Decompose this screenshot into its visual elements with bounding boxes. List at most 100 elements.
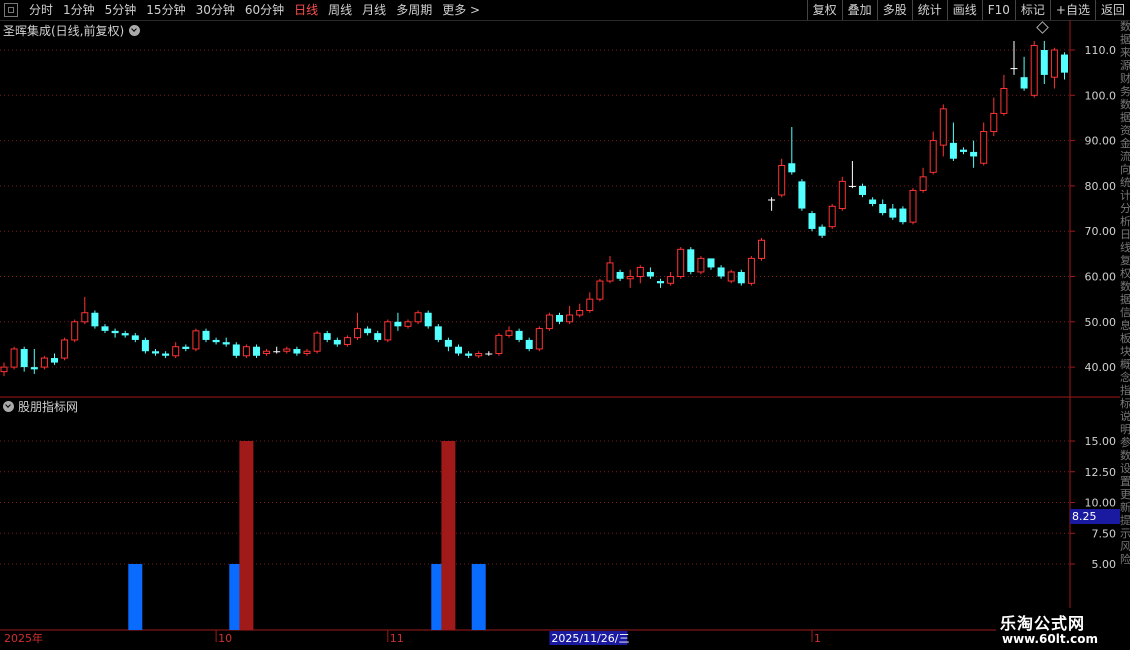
indicator-bar xyxy=(471,564,486,630)
candle-body-down xyxy=(121,333,129,336)
candle-body-up xyxy=(626,276,634,280)
candle-body-up xyxy=(192,330,200,350)
main-y-tick-label: 110.0 xyxy=(1085,44,1117,57)
side-strip-glyph: 来 xyxy=(1120,46,1130,59)
indicator-bar xyxy=(441,441,456,630)
chevron-down-icon[interactable] xyxy=(129,25,141,36)
candle-body-up xyxy=(909,189,917,223)
candle-body-down xyxy=(232,344,240,356)
side-strip-glyph: 块 xyxy=(1120,345,1130,358)
side-strip-glyph: 板 xyxy=(1120,332,1130,345)
candle-body-up xyxy=(697,257,705,273)
candle-body-down xyxy=(949,142,957,159)
candle-body-up xyxy=(758,239,765,259)
side-strip-glyph: 财 xyxy=(1120,72,1130,85)
candle-body-down xyxy=(424,312,432,327)
kline-chart-canvas[interactable]: 110.0 100.0 90.00 80.00 70.00 60.00 50.00 40.00… xyxy=(0,0,1130,650)
side-strip-glyph: 线 xyxy=(1120,241,1130,254)
candle-body-down xyxy=(1040,50,1048,75)
side-strip-glyph: 务 xyxy=(1120,85,1130,98)
candle-body-up xyxy=(919,176,927,191)
candle-body-down xyxy=(737,271,745,284)
indicator-bar xyxy=(239,441,254,630)
time-axis-label: 11 xyxy=(390,632,404,645)
main-y-tick-label: 90.00 xyxy=(1085,135,1117,148)
time-axis-label: 1 xyxy=(814,632,821,645)
watermark-url: www.60lt.com xyxy=(1002,632,1099,646)
candle-body-up xyxy=(545,314,553,330)
side-strip-glyph: 提 xyxy=(1120,514,1130,527)
candle-body-up xyxy=(1050,49,1058,78)
candle-body-down xyxy=(1061,54,1068,73)
candle-body-down xyxy=(899,208,907,223)
candle-body-down xyxy=(525,339,533,349)
sub-y-tick-label: 5.00 xyxy=(1092,558,1117,571)
candle-body-up xyxy=(343,337,351,345)
candle-body-flat xyxy=(485,353,493,355)
candle-body-down xyxy=(212,339,220,343)
main-y-tick-label: 50.00 xyxy=(1085,316,1117,329)
candle-body-down xyxy=(859,185,866,195)
candle-body-up xyxy=(566,314,574,323)
candle-body-down xyxy=(970,151,978,157)
side-strip-glyph: 据 xyxy=(1120,33,1130,46)
indicator-title[interactable]: 股朋指标网 xyxy=(3,398,78,415)
candle-body-up xyxy=(242,346,250,357)
candle-body-up xyxy=(40,357,48,368)
candle-body-down xyxy=(30,367,38,370)
side-strip-glyph: 资 xyxy=(1120,124,1130,137)
sub-y-tick-label: 7.50 xyxy=(1092,527,1117,540)
side-strip-glyph: 据 xyxy=(1120,111,1130,124)
candle-body-down xyxy=(818,226,826,236)
candle-body-down xyxy=(889,208,897,218)
candle-body-down xyxy=(444,339,452,347)
candle-body-down xyxy=(51,358,58,363)
side-strip-glyph: 标 xyxy=(1120,397,1130,410)
candle-body-down xyxy=(364,328,372,334)
candle-body-up xyxy=(727,271,735,282)
candle-body-down xyxy=(323,333,331,340)
candle-body-down xyxy=(515,330,523,340)
indicator-last-value: 8.25 xyxy=(1070,509,1120,524)
candle-body-up xyxy=(535,328,543,350)
candle-body-down xyxy=(131,335,139,340)
candle-body-down xyxy=(455,346,462,354)
side-strip-glyph: 数 xyxy=(1120,280,1130,293)
side-strip-glyph: 数 xyxy=(1120,20,1130,33)
candle-body-down xyxy=(707,258,715,268)
main-y-tick-label: 100.0 xyxy=(1085,89,1117,102)
side-info-strip: 数据来源财务数据资金流向统计分析日线复权数据信息板块概念指标说明参数设置更新提示… xyxy=(1120,20,1130,610)
candle-body-down xyxy=(616,271,624,279)
candle-body-up xyxy=(283,348,291,352)
stock-title-label: 圣晖集成(日线,前复权) xyxy=(3,24,125,38)
main-y-tick-label: 80.00 xyxy=(1085,180,1117,193)
candle-body-down xyxy=(152,351,159,354)
side-strip-glyph: 指 xyxy=(1120,384,1130,397)
candle-body-down xyxy=(293,348,301,354)
side-strip-glyph: 据 xyxy=(1120,293,1130,306)
side-strip-glyph: 统 xyxy=(1120,176,1130,189)
side-strip-glyph: 险 xyxy=(1120,553,1130,566)
candle-body-up xyxy=(838,180,846,210)
side-strip-glyph: 分 xyxy=(1120,202,1130,215)
candle-body-flat xyxy=(1010,68,1018,70)
candle-body-down xyxy=(657,281,664,284)
candle-body-up xyxy=(677,248,685,278)
candle-body-up xyxy=(505,330,513,336)
candle-body-up xyxy=(576,309,584,316)
candle-body-up xyxy=(10,348,18,368)
candle-body-up xyxy=(980,131,988,164)
sub-y-tick-label: 15.00 xyxy=(1085,435,1117,448)
candle-body-flat xyxy=(848,185,856,187)
candle-body-down xyxy=(20,348,28,368)
candle-body-up xyxy=(263,350,271,355)
side-strip-glyph: 置 xyxy=(1120,475,1130,488)
candle-body-up xyxy=(303,350,311,355)
main-chart-title[interactable]: 圣晖集成(日线,前复权) xyxy=(3,22,141,39)
side-strip-glyph: 数 xyxy=(1120,98,1130,111)
side-strip-glyph: 权 xyxy=(1120,267,1130,280)
chevron-down-icon[interactable] xyxy=(3,401,14,412)
candle-body-down xyxy=(808,213,816,229)
side-strip-glyph: 示 xyxy=(1120,527,1130,540)
candle-body-down xyxy=(646,271,654,277)
